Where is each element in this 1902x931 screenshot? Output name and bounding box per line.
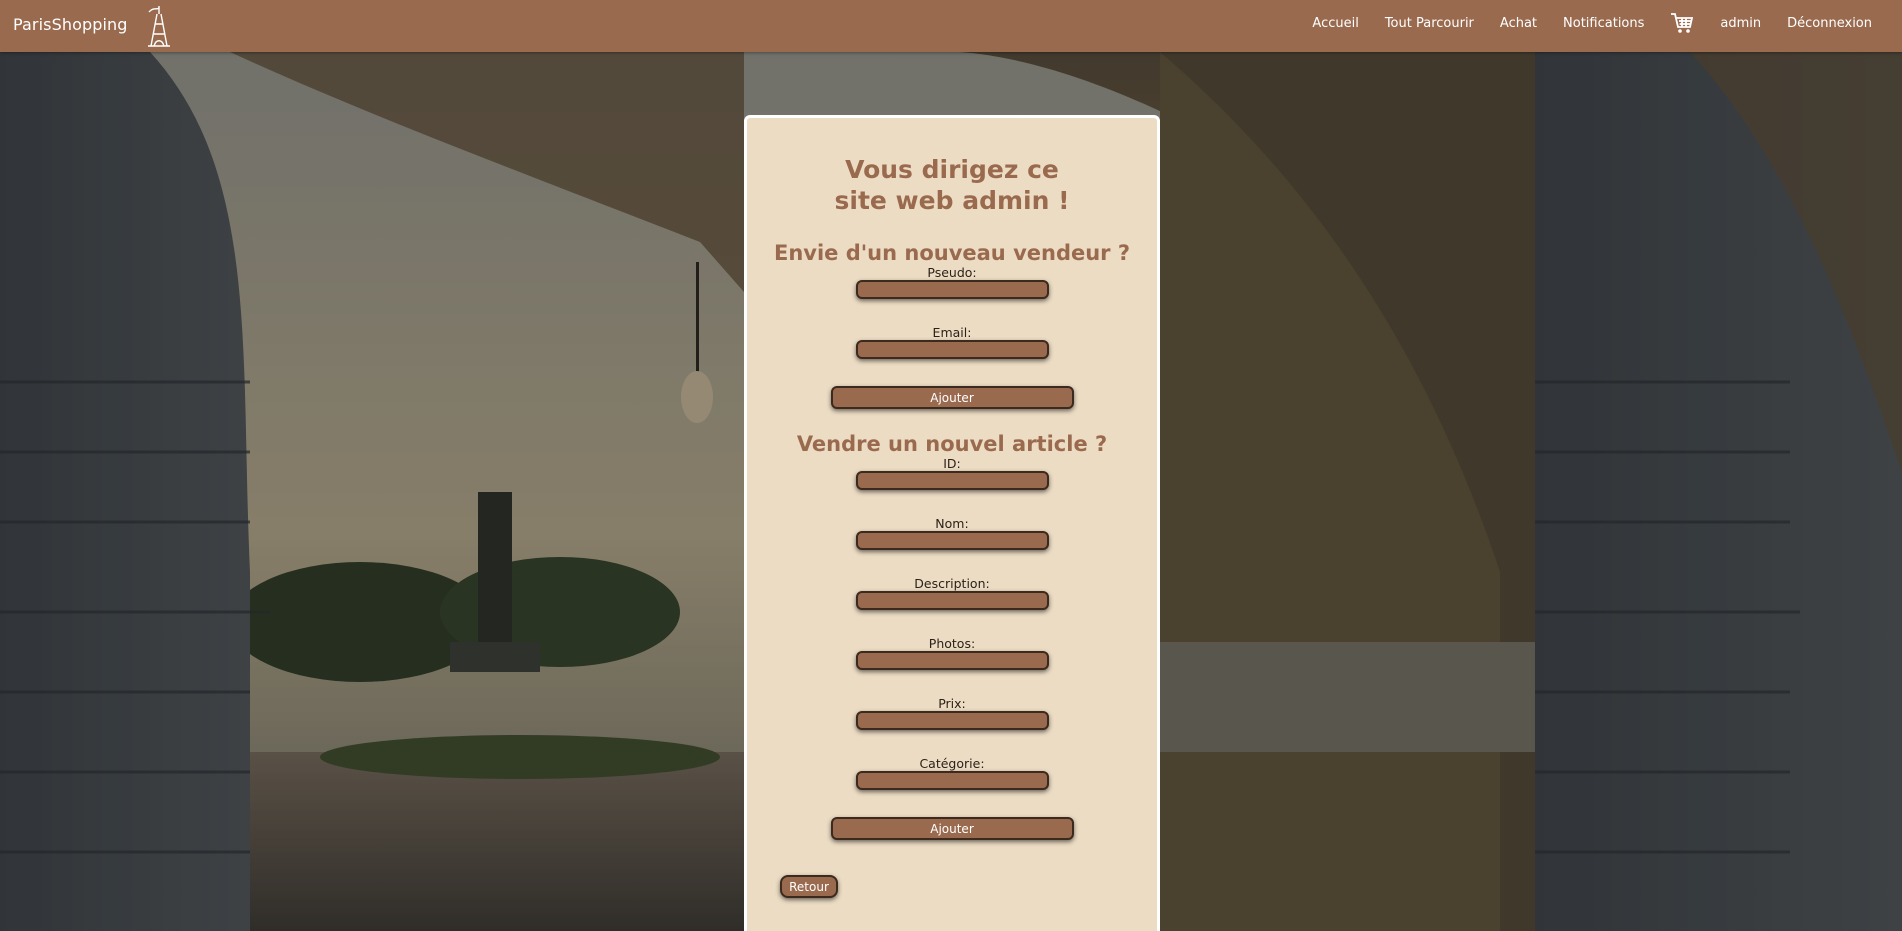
nav-links: Accueil Tout Parcourir Achat Notificatio… <box>1299 0 1902 46</box>
admin-panel-card: Vous dirigez ce site web admin ! Envie d… <box>744 115 1160 931</box>
categorie-label: Catégorie: <box>919 756 985 771</box>
prix-field-group: Prix: <box>747 697 1157 757</box>
photos-field-group: Photos: <box>747 637 1157 697</box>
cart-icon[interactable] <box>1657 12 1707 34</box>
pseudo-field-group: Pseudo: <box>747 266 1157 326</box>
email-field-group: Email: <box>747 326 1157 386</box>
description-input[interactable] <box>855 591 1049 610</box>
add-vendor-button[interactable]: Ajouter <box>830 386 1074 409</box>
pseudo-label: Pseudo: <box>927 265 977 280</box>
photos-input[interactable] <box>855 651 1049 670</box>
new-article-heading: Vendre un nouvel article ? <box>796 432 1108 456</box>
nav-user-admin[interactable]: admin <box>1707 16 1774 31</box>
prix-input[interactable] <box>855 711 1049 730</box>
pseudo-input[interactable] <box>855 280 1049 299</box>
id-label: ID: <box>943 456 961 471</box>
top-navbar: ParisShopping Accueil Tout Parcourir Ach… <box>0 0 1902 52</box>
description-label: Description: <box>914 576 990 591</box>
nav-tout-parcourir[interactable]: Tout Parcourir <box>1372 16 1487 31</box>
nom-label: Nom: <box>935 516 969 531</box>
back-button[interactable]: Retour <box>780 875 838 898</box>
eiffel-tower-logo <box>148 6 170 47</box>
nav-notifications[interactable]: Notifications <box>1550 16 1657 31</box>
nav-deconnexion[interactable]: Déconnexion <box>1774 16 1902 31</box>
photos-label: Photos: <box>928 636 976 651</box>
email-input[interactable] <box>855 340 1049 359</box>
nav-accueil[interactable]: Accueil <box>1299 16 1371 31</box>
id-field-group: ID: <box>747 457 1157 517</box>
new-vendor-heading: Envie d'un nouveau vendeur ? <box>773 241 1131 265</box>
categorie-input[interactable] <box>855 771 1049 790</box>
categorie-field-group: Catégorie: <box>747 757 1157 817</box>
prix-label: Prix: <box>938 696 966 711</box>
email-label: Email: <box>932 325 972 340</box>
add-article-button[interactable]: Ajouter <box>830 817 1074 840</box>
page-title: Vous dirigez ce site web admin ! <box>834 155 1070 215</box>
description-field-group: Description: <box>747 577 1157 637</box>
nom-field-group: Nom: <box>747 517 1157 577</box>
brand-name[interactable]: ParisShopping <box>13 15 128 34</box>
nav-achat[interactable]: Achat <box>1487 16 1550 31</box>
nom-input[interactable] <box>855 531 1049 550</box>
id-input[interactable] <box>855 471 1049 490</box>
